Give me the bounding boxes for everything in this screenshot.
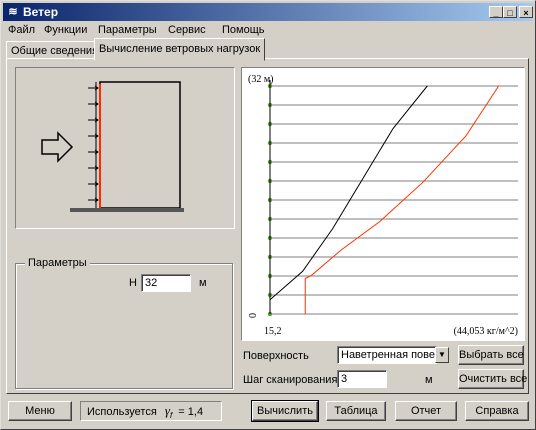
wind-load-chart: (32 м) 0 15,2 (44,053 кг/м^2) (248, 74, 518, 337)
building-diagram (15, 67, 235, 229)
gamma-subscript: f (170, 411, 173, 421)
h-label: H (129, 277, 137, 289)
parameters-group-label: Параметры (25, 257, 90, 269)
chart-area: (32 м) 0 15,2 (44,053 кг/м^2) (241, 67, 525, 341)
h-unit: м (199, 277, 207, 289)
surface-label: Поверхность (243, 350, 309, 362)
minimize-icon[interactable]: _ (489, 6, 503, 18)
help-button[interactable]: Справка (465, 401, 529, 421)
h-input[interactable]: 32 (141, 274, 191, 292)
clear-all-button[interactable]: Очистить все (458, 369, 527, 389)
menu-service[interactable]: Сервис (168, 23, 206, 37)
report-button[interactable]: Отчет (395, 401, 457, 421)
coefficient-status: Используется γf = 1,4 (80, 401, 222, 421)
x-min-label: 15,2 (264, 326, 282, 337)
menu-parameters[interactable]: Параметры (98, 23, 157, 37)
scan-step-input[interactable]: 3 (337, 370, 387, 388)
tab-panel: Параметры H 32 м (32 м) 0 15,2 (44,053 кг/м… (6, 58, 529, 394)
menu-bar: Файл Функции Параметры Сервис Помощь (3, 21, 533, 39)
menu-button[interactable]: Меню (8, 401, 72, 421)
table-button[interactable]: Таблица (326, 401, 386, 421)
title-bar: ≋ Ветер _ □ × (3, 3, 533, 21)
wind-building-icon (41, 81, 184, 212)
tab-wind-loads[interactable]: Вычисление ветровых нагрузок (94, 38, 266, 61)
scan-step-unit: м (425, 374, 433, 386)
surface-select[interactable]: Наветренная поверхн (337, 346, 437, 364)
menu-file[interactable]: Файл (8, 23, 35, 37)
main-window: ≋ Ветер _ □ × Файл Функции Параметры Сер… (0, 0, 536, 430)
menu-functions[interactable]: Функции (44, 23, 87, 37)
x-max-label: (44,053 кг/м^2) (454, 326, 518, 337)
status-prefix: Используется (87, 406, 157, 418)
series-line (269, 85, 428, 301)
scan-step-label: Шаг сканирования (243, 374, 338, 386)
calculate-button[interactable]: Вычислить (251, 400, 319, 422)
app-icon: ≋ (8, 6, 18, 18)
dropdown-arrow-icon[interactable]: ▼ (435, 347, 449, 363)
window-title: Ветер (23, 5, 59, 19)
close-icon[interactable]: × (519, 6, 533, 18)
status-value: = 1,4 (178, 406, 204, 418)
chart-zero-label: 0 (248, 313, 259, 318)
chart-top-label: (32 м) (248, 74, 274, 85)
menu-help[interactable]: Помощь (222, 23, 265, 37)
maximize-icon[interactable]: □ (503, 6, 517, 18)
select-all-button[interactable]: Выбрать все (458, 345, 524, 365)
